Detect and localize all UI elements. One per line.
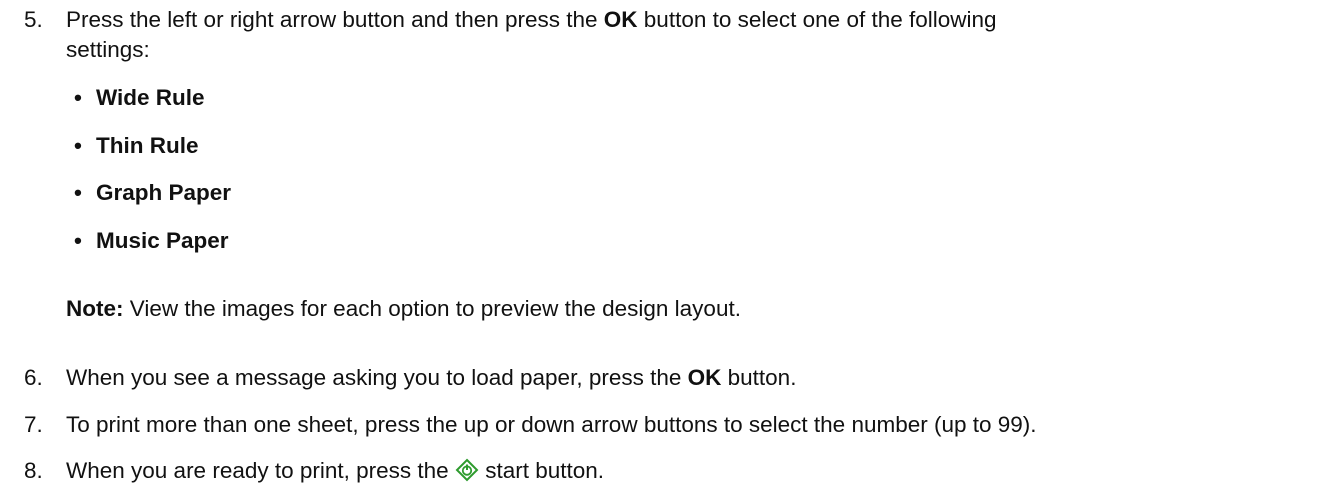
step-text-part: button. (721, 365, 797, 390)
bullet-label: Wide Rule (96, 85, 205, 110)
list-item: • Music Paper (74, 228, 229, 253)
step-text-part: When you see a message asking you to loa… (66, 365, 688, 390)
step-text: Press the left or right arrow button and… (66, 5, 997, 35)
note-label: Note: (66, 296, 124, 321)
bullet-label: Music Paper (96, 228, 229, 253)
step-text-part: When you are ready to print, press the (66, 458, 455, 483)
list-item: • Wide Rule (74, 85, 205, 110)
ok-button-label: OK (603, 7, 638, 32)
ok-button-label: OK (687, 365, 722, 390)
step-number: 8. (24, 458, 43, 483)
step-text: When you see a message asking you to loa… (66, 363, 796, 393)
step-text-line2: settings: (66, 37, 150, 62)
list-item: • Graph Paper (74, 180, 232, 205)
note-body: View the images for each option to previ… (123, 296, 741, 321)
step-text: When you are ready to print, press the s… (66, 456, 604, 486)
step-number: 7. (24, 412, 43, 437)
step-text: To print more than one sheet, press the … (66, 412, 1037, 437)
step-text-part: button to select one of the following (637, 7, 997, 32)
step-text-part: start button. (478, 458, 605, 483)
step-text-part: Press the left or right arrow button and… (66, 7, 604, 32)
step-number: 5. (24, 7, 43, 32)
bullet-label: Graph Paper (96, 180, 232, 205)
note-text: Note: View the images for each option to… (66, 294, 741, 324)
start-button-icon (455, 458, 479, 482)
bullet-label: Thin Rule (96, 133, 199, 158)
instruction-document: 5. Press the left or right arrow button … (0, 0, 1319, 491)
list-item: • Thin Rule (74, 133, 199, 158)
step-number: 6. (24, 365, 43, 390)
